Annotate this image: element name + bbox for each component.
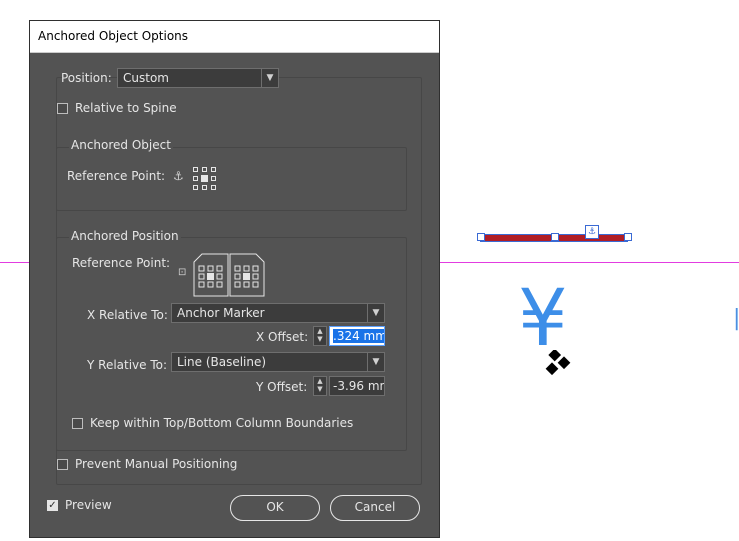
preview-checkbox[interactable]: ✓ xyxy=(47,500,58,511)
anchor-icon: ⚓ xyxy=(173,169,184,183)
prevent-manual-label[interactable]: Prevent Manual Positioning xyxy=(75,457,237,471)
dialog-title: Anchored Object Options xyxy=(30,21,439,53)
y-relative-select[interactable]: Line (Baseline) ▼ xyxy=(171,352,385,372)
x-relative-select[interactable]: Anchor Marker ▼ xyxy=(171,303,385,323)
object-reference-point-selector[interactable] xyxy=(193,167,219,193)
x-relative-value: Anchor Marker xyxy=(177,306,265,320)
keep-within-checkbox[interactable] xyxy=(72,418,83,429)
position-value: Custom xyxy=(123,71,169,85)
object-reference-point-label: Reference Point: xyxy=(67,169,166,183)
position-label: Position: xyxy=(61,71,112,85)
frame-handle-mid[interactable] xyxy=(551,233,559,241)
preview-label[interactable]: Preview xyxy=(65,498,112,512)
cancel-button[interactable]: Cancel xyxy=(330,495,420,521)
keep-within-label[interactable]: Keep within Top/Bottom Column Boundaries xyxy=(90,416,353,430)
y-relative-value: Line (Baseline) xyxy=(177,355,267,369)
relative-to-spine-checkbox[interactable] xyxy=(57,103,68,114)
y-offset-input[interactable]: -3.96 mm xyxy=(329,376,385,396)
ok-button[interactable]: OK xyxy=(230,495,320,521)
relative-to-spine-label[interactable]: Relative to Spine xyxy=(75,101,177,115)
position-select[interactable]: Custom ▼ xyxy=(117,68,279,88)
x-relative-label: X Relative To: xyxy=(87,308,168,322)
anchored-object-title: Anchored Object xyxy=(69,138,173,152)
position-reference-point-label: Reference Point: xyxy=(72,256,171,270)
right-edge-glyph: | xyxy=(733,306,739,331)
x-offset-input[interactable]: .324 mm xyxy=(329,326,385,346)
x-offset-label: X Offset: xyxy=(256,330,309,344)
spread-icon: ⊡ xyxy=(178,267,187,278)
left-edge-glyph: | xyxy=(0,316,1,341)
y-relative-label: Y Relative To: xyxy=(87,358,168,372)
frame-handle-right[interactable] xyxy=(624,233,632,241)
prevent-manual-checkbox[interactable] xyxy=(57,459,68,470)
chevron-down-icon: ▼ xyxy=(367,304,384,322)
anchored-position-title: Anchored Position xyxy=(69,229,181,243)
chevron-down-icon: ▼ xyxy=(261,69,278,87)
chevron-down-icon: ▼ xyxy=(367,353,384,371)
y-offset-stepper[interactable]: ▲ ▼ xyxy=(313,376,327,396)
move-cursor-icon xyxy=(545,350,571,376)
anchor-marker-icon[interactable]: ⚓ xyxy=(585,225,599,239)
frame-handle-left[interactable] xyxy=(477,233,485,241)
yen-glyph: ¥ xyxy=(518,274,568,364)
anchored-object-options-dialog: Anchored Object Options Position: Custom… xyxy=(29,20,440,538)
x-offset-stepper[interactable]: ▲ ▼ xyxy=(313,326,327,346)
page-spread-reference-point-selector[interactable] xyxy=(192,252,266,298)
y-offset-label: Y Offset: xyxy=(256,380,308,394)
